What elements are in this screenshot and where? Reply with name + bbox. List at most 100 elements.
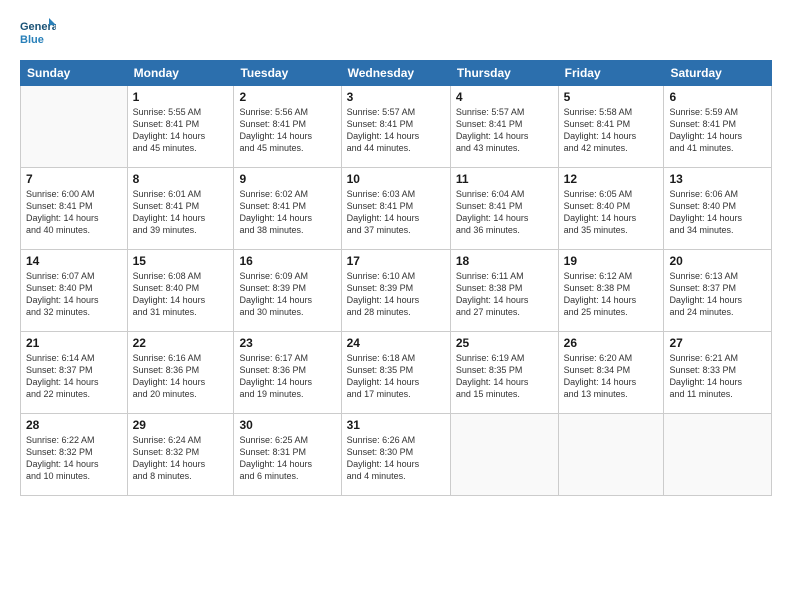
day-info: Sunrise: 6:16 AM Sunset: 8:36 PM Dayligh… (133, 352, 229, 401)
calendar-cell: 17Sunrise: 6:10 AM Sunset: 8:39 PM Dayli… (341, 250, 450, 332)
day-number: 16 (239, 254, 335, 268)
calendar-cell: 5 Sunrise: 5:58 AM Sunset: 8:41 PM Daylig… (558, 86, 664, 168)
day-number: 4 (456, 90, 553, 104)
calendar-cell (664, 414, 772, 496)
calendar-table: SundayMondayTuesdayWednesdayThursdayFrid… (20, 60, 772, 496)
day-number: 7 (26, 172, 122, 186)
day-info: Sunrise: 6:20 AM Sunset: 8:34 PM Dayligh… (564, 352, 659, 401)
week-row-1: 7 Sunrise: 6:00 AM Sunset: 8:41 PM Daylig… (21, 168, 772, 250)
calendar-cell: 16 Sunrise: 6:09 AM Sunset: 8:39 PM Dayli… (234, 250, 341, 332)
day-info: Sunrise: 6:02 AM Sunset: 8:41 PM Dayligh… (239, 188, 335, 237)
day-info: Sunrise: 6:26 AM Sunset: 8:30 PM Dayligh… (347, 434, 445, 483)
calendar-cell: 1 Sunrise: 5:55 AM Sunset: 8:41 PM Daylig… (127, 86, 234, 168)
header-saturday: Saturday (664, 61, 772, 86)
day-info: Sunrise: 6:09 AM Sunset: 8:39 PM Dayligh… (239, 270, 335, 319)
calendar-cell: 7 Sunrise: 6:00 AM Sunset: 8:41 PM Daylig… (21, 168, 128, 250)
day-info: Sunrise: 6:25 AM Sunset: 8:31 PM Dayligh… (239, 434, 335, 483)
calendar-cell: 27Sunrise: 6:21 AM Sunset: 8:33 PM Dayli… (664, 332, 772, 414)
day-info: Sunrise: 6:24 AM Sunset: 8:32 PM Dayligh… (133, 434, 229, 483)
day-info: Sunrise: 6:19 AM Sunset: 8:35 PM Dayligh… (456, 352, 553, 401)
day-number: 24 (347, 336, 445, 350)
calendar-cell: 15Sunrise: 6:08 AM Sunset: 8:40 PM Dayli… (127, 250, 234, 332)
header-row: SundayMondayTuesdayWednesdayThursdayFrid… (21, 61, 772, 86)
calendar-cell: 12Sunrise: 6:05 AM Sunset: 8:40 PM Dayli… (558, 168, 664, 250)
day-number: 1 (133, 90, 229, 104)
calendar-cell: 9 Sunrise: 6:02 AM Sunset: 8:41 PM Daylig… (234, 168, 341, 250)
day-number: 9 (239, 172, 335, 186)
calendar-cell: 14 Sunrise: 6:07 AM Sunset: 8:40 PM Dayli… (21, 250, 128, 332)
day-number: 14 (26, 254, 122, 268)
day-number: 30 (239, 418, 335, 432)
day-info: Sunrise: 6:10 AM Sunset: 8:39 PM Dayligh… (347, 270, 445, 319)
day-info: Sunrise: 6:22 AM Sunset: 8:32 PM Dayligh… (26, 434, 122, 483)
day-number: 22 (133, 336, 229, 350)
calendar-cell: 26 Sunrise: 6:20 AM Sunset: 8:34 PM Dayli… (558, 332, 664, 414)
calendar-cell: 2Sunrise: 5:56 AM Sunset: 8:41 PM Daylig… (234, 86, 341, 168)
calendar-cell: 3 Sunrise: 5:57 AM Sunset: 8:41 PM Daylig… (341, 86, 450, 168)
day-info: Sunrise: 6:14 AM Sunset: 8:37 PM Dayligh… (26, 352, 122, 401)
day-info: Sunrise: 6:13 AM Sunset: 8:37 PM Dayligh… (669, 270, 766, 319)
svg-text:Blue: Blue (20, 34, 44, 46)
day-info: Sunrise: 5:55 AM Sunset: 8:41 PM Dayligh… (133, 106, 229, 155)
calendar-cell: 11 Sunrise: 6:04 AM Sunset: 8:41 PM Dayli… (450, 168, 558, 250)
day-info: Sunrise: 6:21 AM Sunset: 8:33 PM Dayligh… (669, 352, 766, 401)
calendar-cell (558, 414, 664, 496)
calendar-cell: 20 Sunrise: 6:13 AM Sunset: 8:37 PM Dayli… (664, 250, 772, 332)
day-info: Sunrise: 5:59 AM Sunset: 8:41 PM Dayligh… (669, 106, 766, 155)
day-number: 25 (456, 336, 553, 350)
calendar-cell: 19Sunrise: 6:12 AM Sunset: 8:38 PM Dayli… (558, 250, 664, 332)
calendar-cell: 29 Sunrise: 6:24 AM Sunset: 8:32 PM Dayli… (127, 414, 234, 496)
day-info: Sunrise: 5:58 AM Sunset: 8:41 PM Dayligh… (564, 106, 659, 155)
calendar-cell: 8 Sunrise: 6:01 AM Sunset: 8:41 PM Daylig… (127, 168, 234, 250)
day-number: 10 (347, 172, 445, 186)
week-row-4: 28Sunrise: 6:22 AM Sunset: 8:32 PM Dayli… (21, 414, 772, 496)
day-number: 21 (26, 336, 122, 350)
logo-svg: General Blue (20, 16, 56, 52)
day-info: Sunrise: 5:57 AM Sunset: 8:41 PM Dayligh… (347, 106, 445, 155)
header-sunday: Sunday (21, 61, 128, 86)
day-number: 13 (669, 172, 766, 186)
day-number: 26 (564, 336, 659, 350)
day-info: Sunrise: 6:18 AM Sunset: 8:35 PM Dayligh… (347, 352, 445, 401)
day-info: Sunrise: 6:07 AM Sunset: 8:40 PM Dayligh… (26, 270, 122, 319)
day-info: Sunrise: 6:04 AM Sunset: 8:41 PM Dayligh… (456, 188, 553, 237)
day-number: 20 (669, 254, 766, 268)
calendar-cell (21, 86, 128, 168)
day-info: Sunrise: 6:12 AM Sunset: 8:38 PM Dayligh… (564, 270, 659, 319)
calendar-cell: 4 Sunrise: 5:57 AM Sunset: 8:41 PM Daylig… (450, 86, 558, 168)
calendar-cell (450, 414, 558, 496)
day-number: 18 (456, 254, 553, 268)
day-info: Sunrise: 6:00 AM Sunset: 8:41 PM Dayligh… (26, 188, 122, 237)
week-row-2: 14 Sunrise: 6:07 AM Sunset: 8:40 PM Dayli… (21, 250, 772, 332)
day-info: Sunrise: 6:05 AM Sunset: 8:40 PM Dayligh… (564, 188, 659, 237)
calendar-cell: 22 Sunrise: 6:16 AM Sunset: 8:36 PM Dayli… (127, 332, 234, 414)
day-info: Sunrise: 6:01 AM Sunset: 8:41 PM Dayligh… (133, 188, 229, 237)
day-number: 8 (133, 172, 229, 186)
week-row-0: 1 Sunrise: 5:55 AM Sunset: 8:41 PM Daylig… (21, 86, 772, 168)
day-number: 15 (133, 254, 229, 268)
day-number: 29 (133, 418, 229, 432)
day-number: 23 (239, 336, 335, 350)
day-number: 5 (564, 90, 659, 104)
day-info: Sunrise: 5:57 AM Sunset: 8:41 PM Dayligh… (456, 106, 553, 155)
day-number: 3 (347, 90, 445, 104)
header-friday: Friday (558, 61, 664, 86)
calendar-page: General Blue SundayMondayTuesdayWednesda… (0, 0, 792, 612)
calendar-cell: 21 Sunrise: 6:14 AM Sunset: 8:37 PM Dayli… (21, 332, 128, 414)
header: General Blue (20, 16, 772, 52)
week-row-3: 21 Sunrise: 6:14 AM Sunset: 8:37 PM Dayli… (21, 332, 772, 414)
calendar-cell: 30 Sunrise: 6:25 AM Sunset: 8:31 PM Dayli… (234, 414, 341, 496)
header-wednesday: Wednesday (341, 61, 450, 86)
day-number: 11 (456, 172, 553, 186)
header-thursday: Thursday (450, 61, 558, 86)
day-info: Sunrise: 6:17 AM Sunset: 8:36 PM Dayligh… (239, 352, 335, 401)
calendar-cell: 10Sunrise: 6:03 AM Sunset: 8:41 PM Dayli… (341, 168, 450, 250)
calendar-cell: 18Sunrise: 6:11 AM Sunset: 8:38 PM Dayli… (450, 250, 558, 332)
day-info: Sunrise: 5:56 AM Sunset: 8:41 PM Dayligh… (239, 106, 335, 155)
calendar-cell: 28Sunrise: 6:22 AM Sunset: 8:32 PM Dayli… (21, 414, 128, 496)
calendar-cell: 13Sunrise: 6:06 AM Sunset: 8:40 PM Dayli… (664, 168, 772, 250)
header-monday: Monday (127, 61, 234, 86)
calendar-cell: 23 Sunrise: 6:17 AM Sunset: 8:36 PM Dayli… (234, 332, 341, 414)
day-number: 31 (347, 418, 445, 432)
calendar-cell: 6Sunrise: 5:59 AM Sunset: 8:41 PM Daylig… (664, 86, 772, 168)
